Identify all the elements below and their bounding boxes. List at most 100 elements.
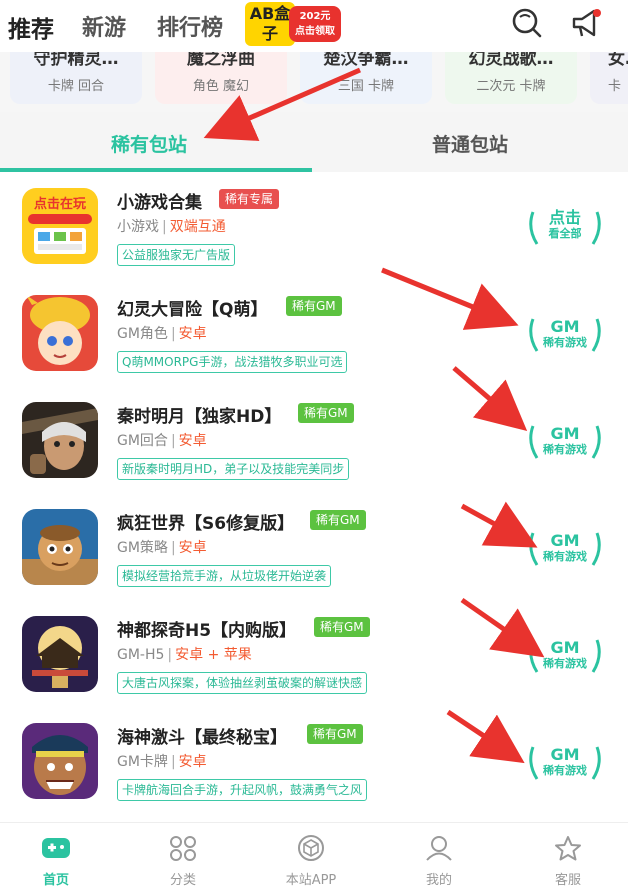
category-strip: 守护精灵… 卡牌 回合 魔之浮曲 角色 魔幻 楚汉争霸… 三国 卡牌 幻灵战歌…… [0,44,628,112]
nav-label: 首页 [42,873,69,888]
nav-home[interactable]: 首页 [16,835,96,888]
game-genre: GM角色 [117,326,168,342]
game-name: 神都探奇H5【内购版】 [117,621,297,641]
app-page: 推荐 新游 排行榜 AB盒子 202元 点击领取 守护精灵… 卡牌 回合 魔之浮… [0,0,628,896]
game-item[interactable]: 疯狂世界【S6修复版】 稀有GM GM策略 | 安卓 模拟经营拾荒手游，从垃圾佬开始… [0,493,628,599]
category-card[interactable]: 女… 卡 [590,44,628,104]
tab-new-games[interactable]: 新游 [82,10,126,42]
game-tag: 稀有GM [310,510,366,530]
game-meta: GM策略 | 安卓 [117,540,207,556]
category-sub: 卡牌 回合 [47,79,105,94]
category-sub: 二次元 卡牌 [476,79,546,94]
nav-category[interactable]: 分类 [143,835,223,888]
category-card[interactable]: 楚汉争霸… 三国 卡牌 [300,44,432,104]
game-item[interactable]: 秦时明月【独家HD】 稀有GM GM回合 | 安卓 新版秦时明月HD，弟子以及技能完… [0,386,628,492]
user-icon [426,836,452,861]
tab-rare-package[interactable]: 稀有包站 [111,130,187,157]
game-desc: Q萌MMORPG手游，战法猎牧多职业可选 [117,351,348,373]
nav-label: 客服 [554,873,581,888]
gamepad-icon [42,838,70,858]
nav-mine[interactable]: 我的 [399,835,479,888]
game-icon [22,402,98,478]
badge-view-all[interactable]: 点击 看全部 [527,200,603,250]
game-desc: 大唐古风探案，体验抽丝剥茧破案的解谜快感 [117,672,368,694]
promo-bubble: 202元 点击领取 [289,6,341,42]
megaphone-icon[interactable] [570,6,604,40]
category-sub: 三国 卡牌 [337,79,395,94]
game-desc: 卡牌航海回合手游，升起风帆，鼓满勇气之风 [117,779,368,801]
top-header: 推荐 新游 排行榜 AB盒子 202元 点击领取 [0,0,628,52]
promo-amount: 202元 [299,11,331,22]
game-meta: GM角色 | 安卓 [117,326,207,342]
tab-recommend[interactable]: 推荐 [8,10,54,44]
badge-rare-game[interactable]: GM 稀有游戏 [527,414,603,464]
game-platform: 安卓 + 苹果 [175,647,252,663]
laurel-icon [529,746,601,780]
game-genre: 小游戏 [117,219,159,235]
cube-icon [298,835,324,861]
game-item[interactable]: 海神激斗【最终秘宝】 稀有GM GM卡牌 | 安卓 卡牌航海回合手游，升起风帆，鼓满… [0,707,628,813]
laurel-icon [529,425,601,459]
laurel-icon [529,639,601,673]
game-platform: 安卓 [178,540,207,556]
game-genre: GM-H5 [117,647,165,663]
category-sub: 卡 [608,79,622,94]
laurel-icon [529,532,601,566]
category-sub: 角色 魔幻 [192,79,250,94]
game-tag: 稀有GM [286,296,342,316]
game-name: 疯狂世界【S6修复版】 [117,514,295,534]
game-meta: 小游戏 | 双端互通 [117,219,226,235]
promo-logo: AB盒子 [245,2,295,46]
game-desc: 新版秦时明月HD，弟子以及技能完美同步 [117,458,350,480]
badge-rare-game[interactable]: GM 稀有游戏 [527,628,603,678]
category-card[interactable]: 守护精灵… 卡牌 回合 [10,44,142,104]
game-icon [22,723,98,799]
nav-label: 分类 [169,873,196,888]
nav-label: 本站APP [285,873,337,888]
game-genre: GM回合 [117,433,168,449]
package-tabs: 稀有包站 普通包站 [0,112,628,172]
grid-icon [170,836,196,861]
bottom-nav: 首页 分类 本站APP 我的 客服 [0,822,628,896]
game-item[interactable]: 幻灵大冒险【Q萌】 稀有GM GM角色 | 安卓 Q萌MMORPG手游，战法猎牧多职… [0,279,628,385]
game-meta: GM回合 | 安卓 [117,433,207,449]
tab-ranking[interactable]: 排行榜 [157,10,223,42]
game-name: 小游戏合集 [117,193,202,213]
game-tag: 稀有GM [314,617,370,637]
game-icon [22,509,98,585]
game-platform: 安卓 [178,754,207,770]
svg-text:点击在玩: 点击在玩 [34,196,86,212]
game-desc: 模拟经营拾荒手游，从垃圾佬开始逆袭 [117,565,332,587]
game-item[interactable]: 神都探奇H5【内购版】 稀有GM GM-H5 | 安卓 + 苹果 大唐古风探案，体验… [0,600,628,706]
game-item[interactable]: 点击在玩 小游戏合集 稀有专属 小游戏 | 双端互通 公益服独家无广告版 点击 看全… [0,172,628,278]
tab-normal-package[interactable]: 普通包站 [432,130,508,157]
promo-cta: 点击领取 [295,26,335,37]
game-genre: GM卡牌 [117,754,168,770]
badge-rare-game[interactable]: GM 稀有游戏 [527,521,603,571]
game-name: 幻灵大冒险【Q萌】 [117,300,268,320]
game-name: 海神激斗【最终秘宝】 [117,728,287,748]
game-tag: 稀有GM [298,403,354,423]
game-meta: GM-H5 | 安卓 + 苹果 [117,647,252,663]
laurel-icon [529,211,601,245]
game-tag: 稀有专属 [219,189,280,209]
nav-app[interactable]: 本站APP [271,835,351,888]
promo-banner[interactable]: AB盒子 202元 点击领取 [245,2,341,46]
badge-rare-game[interactable]: GM 稀有游戏 [527,307,603,357]
game-platform: 双端互通 [169,219,226,235]
laurel-icon [529,318,601,352]
badge-rare-game[interactable]: GM 稀有游戏 [527,735,603,785]
game-icon [22,295,98,371]
game-list: 点击在玩 小游戏合集 稀有专属 小游戏 | 双端互通 公益服独家无广告版 点击 看全… [0,172,628,822]
category-card[interactable]: 魔之浮曲 角色 魔幻 [155,44,287,104]
category-card[interactable]: 幻灵战歌… 二次元 卡牌 [445,44,577,104]
game-genre: GM策略 [117,540,168,556]
game-icon: 点击在玩 [22,188,98,264]
star-icon [555,836,581,861]
nav-label: 我的 [425,873,452,888]
nav-service[interactable]: 客服 [528,835,608,888]
search-icon[interactable] [510,6,544,40]
game-platform: 安卓 [178,326,207,342]
game-tag: 稀有GM [307,724,363,744]
game-desc: 公益服独家无广告版 [117,244,236,266]
